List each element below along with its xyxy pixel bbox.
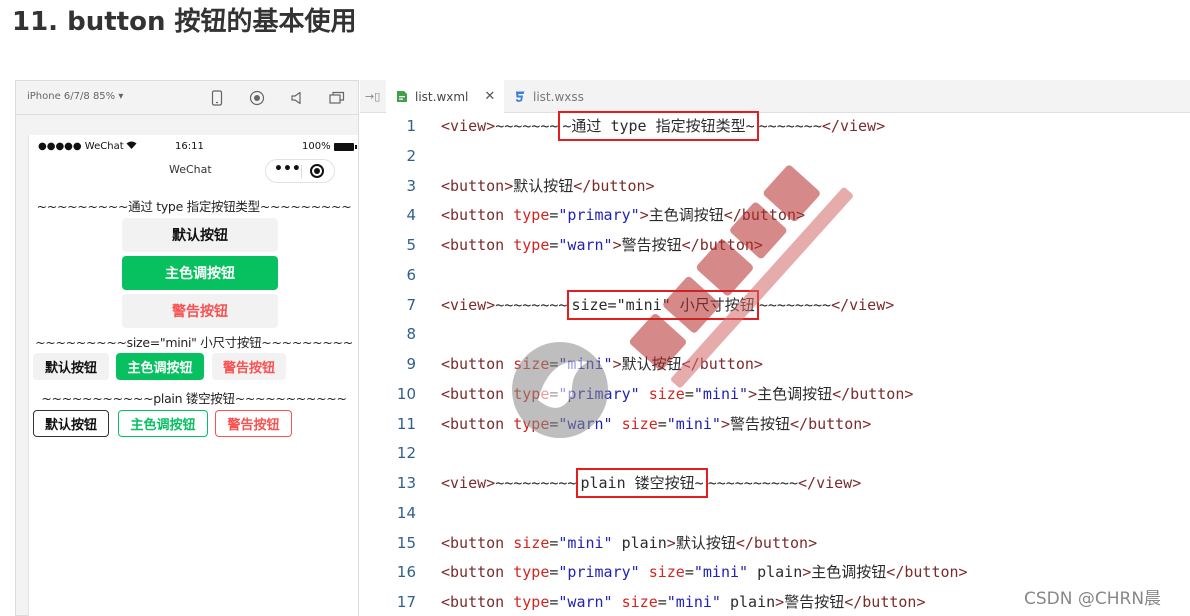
mini-primary-button[interactable]: 主色调按钮 [116,353,204,380]
code-line: 7 <view>~~~~~~~~ size="mini" 小尺寸按钮 ~~~~~~~… [360,290,1190,320]
code-text[interactable]: <button>默认按钮</button> [441,171,655,201]
code-line: 2 [360,141,1190,171]
line-number: 15 [396,534,416,552]
window-icon[interactable] [327,88,347,108]
close-mini-program-icon[interactable] [310,164,324,178]
code-editor: →▯ list.wxml ✕ list.wxss 1 <view>~~~~~~~… [360,80,1190,616]
battery-icon [333,142,357,151]
tab-list-wxss[interactable]: list.wxss [504,80,604,113]
carrier-label: ●●●●● WeChat [38,141,137,152]
line-number: 5 [406,236,416,254]
code-line: 8 [360,319,1190,349]
status-bar: ●●●●● WeChat 16:11 100% [29,135,359,157]
nav-title: WeChat [169,163,212,176]
nav-bar: WeChat ••• [29,157,359,185]
line-number: 3 [406,177,416,195]
line-number: 1 [406,117,416,135]
line-number: 6 [406,266,416,284]
split-editor-icon[interactable]: →▯ [365,90,380,103]
code-line: 13 <view>~~~~~~~~~ plain 镂空按钮~ ~~~~~~~~~~<… [360,468,1190,498]
code-line: 12 [360,438,1190,468]
warn-button[interactable]: 警告按钮 [122,294,278,328]
code-text[interactable]: <view>~~~~~~~ ~通过 type 指定按钮类型~ ~~~~~~~</vi… [441,111,885,141]
code-line: 14 [360,498,1190,528]
wifi-icon [126,141,137,149]
editor-tab-bar: →▯ list.wxml ✕ list.wxss [360,80,1190,113]
line-number: 7 [406,296,416,314]
code-line: 15 <button size="mini" plain>默认按钮</butto… [360,528,1190,558]
code-text[interactable]: <button type="warn" size="mini" plain>警告… [441,587,925,616]
highlight-box: size="mini" 小尺寸按钮 [567,290,759,320]
line-number: 4 [406,206,416,224]
code-line: 4 <button type="primary">主色调按钮</button> [360,200,1190,230]
simulator-toolbar: iPhone 6/7/8 85% ▾ [16,81,358,115]
line-number: 8 [406,325,416,343]
code-line: 5 <button type="warn">警告按钮</button> [360,230,1190,260]
highlight-box: ~通过 type 指定按钮类型~ [558,111,759,141]
code-text[interactable]: <button type="warn" size="mini">警告按钮</bu… [441,409,871,439]
plain-primary-button[interactable]: 主色调按钮 [118,410,208,437]
simulator-panel: iPhone 6/7/8 85% ▾ ●●●●● WeChat 16:11 10… [15,80,359,616]
primary-button[interactable]: 主色调按钮 [122,256,278,290]
plain-warn-button[interactable]: 警告按钮 [215,410,292,437]
more-icon[interactable]: ••• [274,161,301,177]
line-number: 9 [406,355,416,373]
line-number: 13 [396,474,416,492]
wxss-file-icon [514,90,526,103]
battery-status: 100% [302,141,357,152]
line-number: 2 [406,147,416,165]
volume-icon[interactable] [287,88,307,108]
line-number: 10 [396,385,416,403]
page-heading: 11. button 按钮的基本使用 [12,7,357,37]
csdn-watermark: CSDN @CHRN晨 [1024,589,1162,609]
view-plain-heading: ~~~~~~~~~~~plain 镂空按钮~~~~~~~~~~~ [41,391,347,406]
status-time: 16:11 [175,141,204,152]
code-text[interactable]: <button size="mini" plain>默认按钮</button> [441,528,817,558]
close-tab-icon[interactable]: ✕ [484,89,495,104]
line-number: 11 [396,415,416,433]
menu-capsule[interactable]: ••• [265,159,335,183]
code-text[interactable]: <button type="primary" size="mini">主色调按钮… [441,379,913,409]
tab-label: list.wxml [415,89,469,104]
view-size-heading: ~~~~~~~~~size="mini" 小尺寸按钮~~~~~~~~~ [35,335,353,350]
plain-default-button[interactable]: 默认按钮 [33,410,109,437]
code-text[interactable]: <view>~~~~~~~~~ plain 镂空按钮~ ~~~~~~~~~~</vi… [441,468,861,498]
line-number: 14 [396,504,416,522]
phone-icon[interactable] [207,88,227,108]
code-text[interactable]: <button size="mini">默认按钮</button> [441,349,763,379]
code-line: 9 <button size="mini">默认按钮</button> [360,349,1190,379]
code-line: 6 [360,260,1190,290]
code-line: 16 <button type="primary" size="mini" pl… [360,557,1190,587]
wxml-file-icon [396,90,408,103]
view-type-heading: ~~~~~~~~~通过 type 指定按钮类型~~~~~~~~~ [36,199,352,214]
tab-label: list.wxss [533,89,584,104]
record-icon[interactable] [247,88,267,108]
device-select[interactable]: iPhone 6/7/8 85% ▾ [27,91,123,102]
code-line: 1 <view>~~~~~~~ ~通过 type 指定按钮类型~ ~~~~~~~</… [360,111,1190,141]
line-number: 17 [396,593,416,611]
mini-warn-button[interactable]: 警告按钮 [212,353,286,380]
code-text[interactable]: <button type="warn">警告按钮</button> [441,230,763,260]
capsule-divider [301,165,302,178]
line-number: 16 [396,563,416,581]
highlight-box: plain 镂空按钮~ [576,468,708,498]
line-number: 12 [396,444,416,462]
phone-screen: ●●●●● WeChat 16:11 100% WeChat ••• ~~~~~… [28,135,358,616]
code-line: 11 <button type="warn" size="mini">警告按钮<… [360,409,1190,439]
default-button[interactable]: 默认按钮 [122,218,278,252]
mini-default-button[interactable]: 默认按钮 [33,353,109,380]
code-text[interactable]: <button type="primary" size="mini" plain… [441,557,968,587]
code-text[interactable]: <button type="primary">主色调按钮</button> [441,200,805,230]
tab-list-wxml[interactable]: list.wxml ✕ [386,80,504,113]
code-text[interactable]: <view>~~~~~~~~ size="mini" 小尺寸按钮 ~~~~~~~~<… [441,290,894,320]
code-line: 3 <button>默认按钮</button> [360,171,1190,201]
code-line: 10 <button type="primary" size="mini">主色… [360,379,1190,409]
